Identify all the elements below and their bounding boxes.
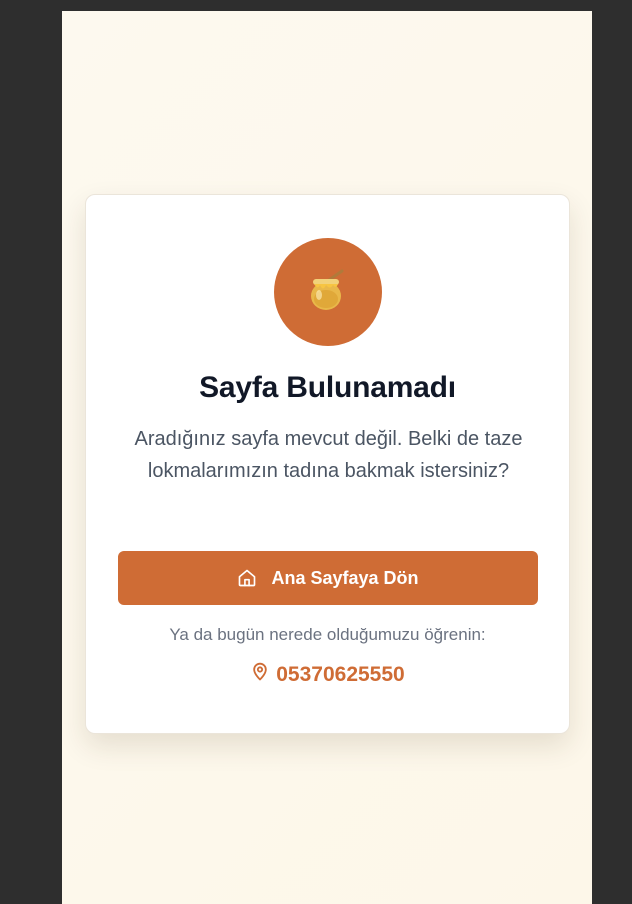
map-pin-icon bbox=[250, 662, 270, 688]
phone-number: 05370625550 bbox=[276, 663, 405, 686]
not-found-description: Aradığınız sayfa mevcut değil. Belki de … bbox=[134, 428, 523, 482]
page-viewport: Sayfa Bulunamadı Aradığınız sayfa mevcut… bbox=[62, 11, 592, 904]
not-found-card: Sayfa Bulunamadı Aradığınız sayfa mevcut… bbox=[85, 194, 570, 734]
home-button[interactable]: Ana Sayfaya Dön bbox=[118, 551, 538, 605]
home-button-label: Ana Sayfaya Dön bbox=[271, 567, 419, 588]
honey-pot-icon bbox=[304, 266, 352, 319]
phone-link[interactable]: 05370625550 bbox=[86, 662, 569, 688]
location-prompt: Ya da bugün nerede olduğumuzu öğrenin: bbox=[169, 625, 486, 644]
page-title: Sayfa Bulunamadı bbox=[199, 371, 456, 404]
home-icon bbox=[237, 568, 257, 588]
icon-badge bbox=[274, 238, 382, 346]
